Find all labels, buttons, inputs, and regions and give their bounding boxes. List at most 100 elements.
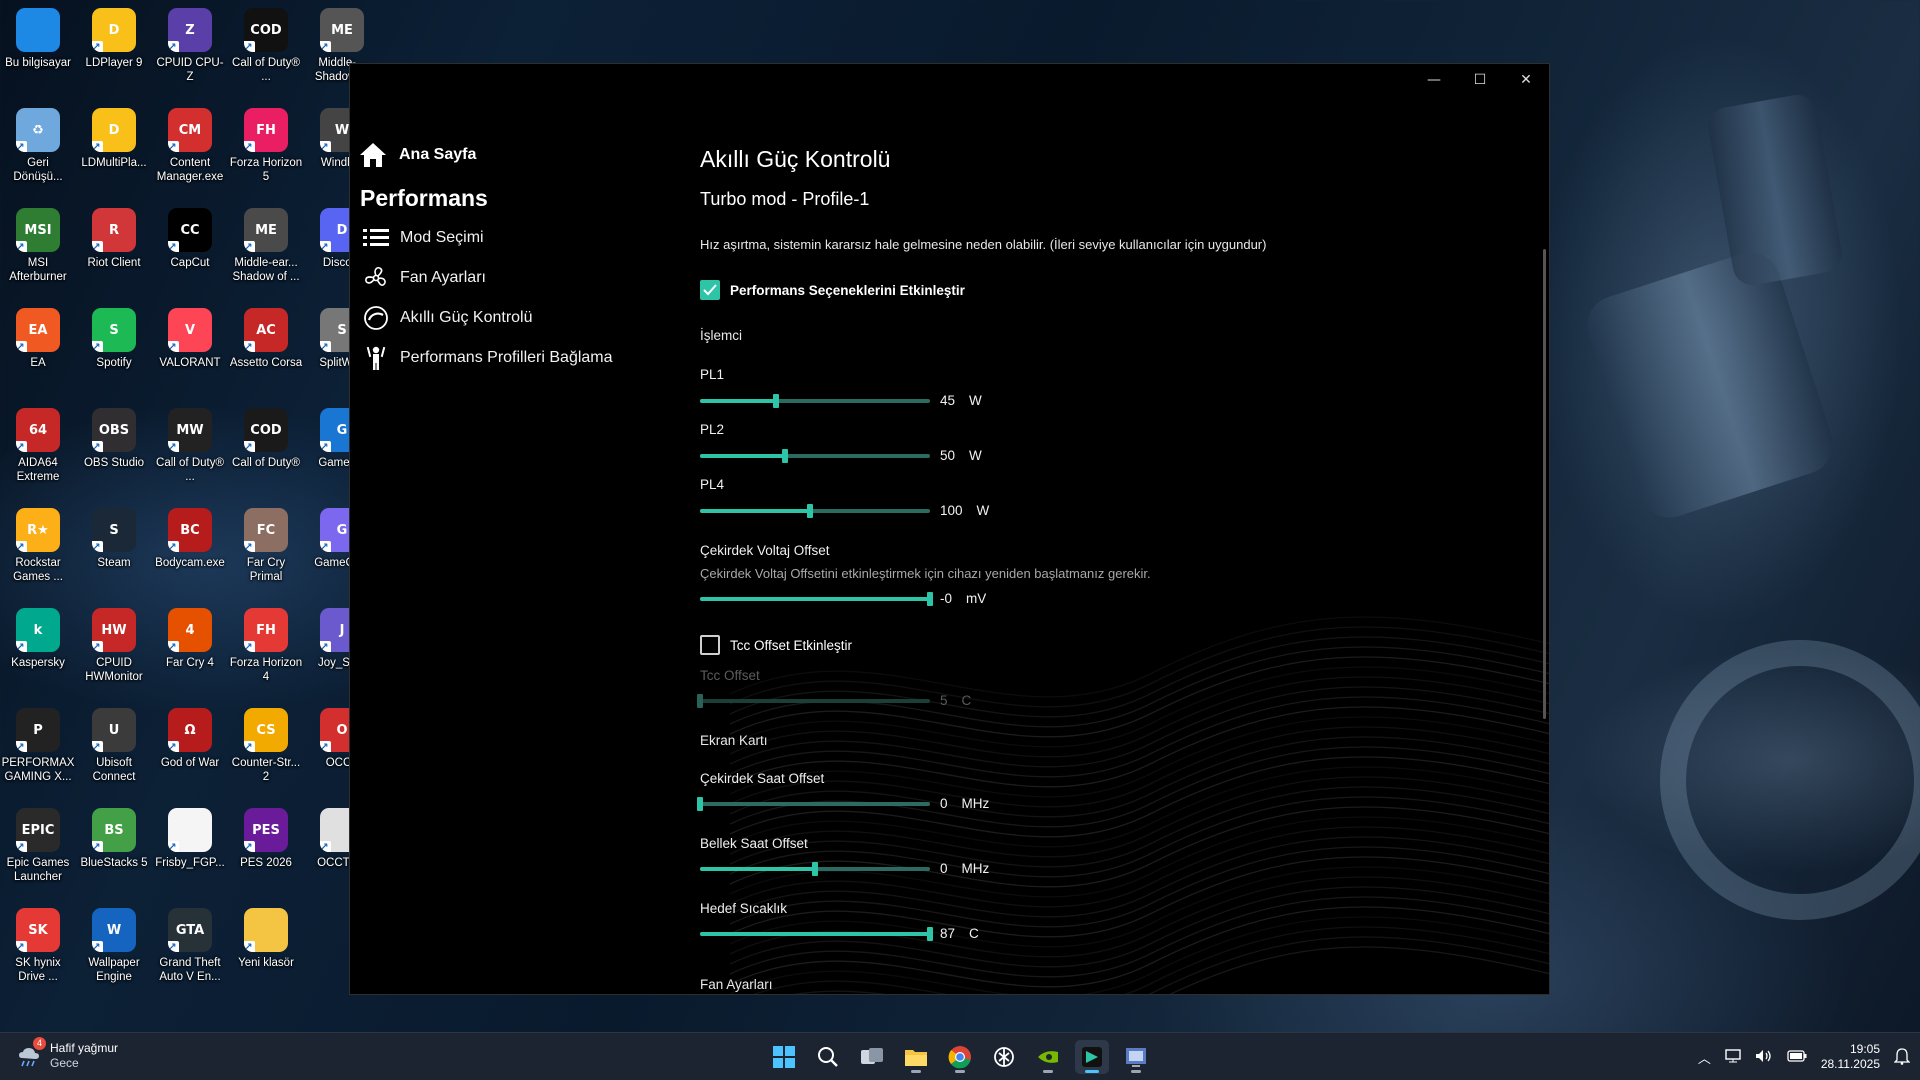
windows-start-icon[interactable] xyxy=(767,1040,801,1074)
content-manager-icon: CM ↗ xyxy=(168,108,212,152)
desktop-shortcut[interactable]: FC ↗ Far Cry Primal xyxy=(229,508,303,584)
desktop-shortcut[interactable]: AC ↗ Assetto Corsa xyxy=(229,308,303,370)
desktop-shortcut[interactable]: ↗ Frisby_FGP... xyxy=(153,808,227,870)
sidebar-item-fan-ayarlari[interactable]: Fan Ayarları xyxy=(362,264,486,292)
weather-widget[interactable]: 4 Hafif yağmur Gece xyxy=(16,1037,118,1071)
clock[interactable]: 19:05 28.11.2025 xyxy=(1821,1042,1880,1072)
desktop-shortcut[interactable]: MSI ↗ MSI Afterburner xyxy=(1,208,75,284)
desktop-shortcut[interactable]: R ↗ Riot Client xyxy=(77,208,151,270)
desktop-shortcut[interactable]: ↗ Yeni klasör xyxy=(229,908,303,970)
desktop-shortcut[interactable]: D ↗ LDMultiPla... xyxy=(77,108,151,170)
desktop-shortcut[interactable]: R★ ↗ Rockstar Games ... xyxy=(1,508,75,584)
desktop-shortcut[interactable]: FH ↗ Forza Horizon 5 xyxy=(229,108,303,184)
desktop-shortcut[interactable]: PES ↗ PES 2026 xyxy=(229,808,303,870)
desktop-shortcut[interactable]: ♻ ↗ Geri Dönüşü... xyxy=(1,108,75,184)
pl1-slider[interactable] xyxy=(700,394,930,408)
desktop-shortcut[interactable]: k ↗ Kaspersky xyxy=(1,608,75,670)
desktop-shortcut[interactable]: 4 ↗ Far Cry 4 xyxy=(153,608,227,670)
slider-thumb[interactable] xyxy=(807,504,814,518)
desktop-shortcut[interactable]: S ↗ Spotify xyxy=(77,308,151,370)
target-temp-slider[interactable] xyxy=(700,927,933,941)
home-icon xyxy=(360,143,386,167)
shortcut-arrow-icon: ↗ xyxy=(92,741,103,752)
slider-thumb[interactable] xyxy=(697,694,703,708)
desktop-shortcut[interactable]: Bu bilgisayar xyxy=(1,8,75,70)
mem-clock-slider[interactable] xyxy=(700,862,930,876)
nvidia-icon[interactable] xyxy=(1031,1040,1065,1074)
desktop-shortcut[interactable]: P ↗ PERFORMAX GAMING X... xyxy=(1,708,75,784)
file-explorer-icon[interactable] xyxy=(899,1040,933,1074)
desktop-shortcut[interactable]: CS ↗ Counter-Str... 2 xyxy=(229,708,303,784)
desktop-shortcut[interactable]: S ↗ Steam xyxy=(77,508,151,570)
search-icon[interactable] xyxy=(811,1040,845,1074)
desktop-shortcut[interactable]: EPIC ↗ Epic Games Launcher xyxy=(1,808,75,884)
task-view-icon[interactable] xyxy=(855,1040,889,1074)
cpuz-taskbar-icon[interactable] xyxy=(1119,1040,1153,1074)
desktop-shortcut-label: LDMultiPla... xyxy=(81,157,147,169)
slider-thumb[interactable] xyxy=(812,862,818,876)
slider-thumb[interactable] xyxy=(782,449,789,463)
desktop-shortcut[interactable]: BC ↗ Bodycam.exe xyxy=(153,508,227,570)
desktop-shortcut[interactable]: W ↗ Wallpaper Engine xyxy=(77,908,151,984)
tcc-offset-slider[interactable] xyxy=(697,694,930,708)
tcc-offset-checkbox[interactable]: Tcc Offset Etkinleştir xyxy=(700,635,852,655)
home-link[interactable]: Ana Sayfa xyxy=(359,142,476,168)
core-clock-slider[interactable] xyxy=(697,797,930,811)
shortcut-arrow-icon: ↗ xyxy=(92,341,103,352)
sidebar-item-akilli-guc[interactable]: Akıllı Güç Kontrolü xyxy=(362,304,533,332)
display-icon[interactable] xyxy=(1725,1048,1741,1066)
battery-icon[interactable] xyxy=(1787,1049,1807,1065)
notification-bell-icon[interactable] xyxy=(1893,1047,1911,1068)
desktop-shortcut[interactable]: MW ↗ Call of Duty® ... xyxy=(153,408,227,484)
desktop-shortcut-label: Spotify xyxy=(96,357,132,369)
slider-thumb[interactable] xyxy=(927,927,933,941)
desktop-shortcut[interactable]: V ↗ VALORANT xyxy=(153,308,227,370)
pl1-unit: W xyxy=(969,393,982,408)
chevron-up-icon[interactable]: ︿ xyxy=(1698,1048,1711,1067)
msi-center-icon[interactable] xyxy=(1075,1040,1109,1074)
sidebar-item-mod-secimi[interactable]: Mod Seçimi xyxy=(362,224,484,252)
desktop-shortcut[interactable]: Z ↗ CPUID CPU-Z xyxy=(153,8,227,84)
desktop-shortcut[interactable]: 64 ↗ AIDA64 Extreme xyxy=(1,408,75,484)
volume-icon[interactable] xyxy=(1755,1049,1773,1066)
tcc-offset-label: Tcc Offset xyxy=(700,668,760,683)
desktop-shortcut[interactable]: COD ↗ Call of Duty® ... xyxy=(229,8,303,84)
desktop-shortcut[interactable]: EA ↗ EA xyxy=(1,308,75,370)
core-voltage-label: Çekirdek Voltaj Offset xyxy=(700,543,830,558)
core-voltage-slider[interactable] xyxy=(700,592,933,606)
slider-thumb[interactable] xyxy=(697,797,703,811)
desktop-shortcut[interactable]: GTA ↗ Grand Theft Auto V En... xyxy=(153,908,227,984)
shortcut-arrow-icon: ↗ xyxy=(16,941,27,952)
desktop-shortcut[interactable]: ME ↗ Middle-ear... Shadow of ... xyxy=(229,208,303,284)
pl4-slider[interactable] xyxy=(700,504,930,518)
desktop-shortcut[interactable]: CM ↗ Content Manager.exe xyxy=(153,108,227,184)
sidebar-item-profil-baglama[interactable]: Performans Profilleri Bağlama xyxy=(362,344,613,372)
desktop-shortcut[interactable]: FH ↗ Forza Horizon 4 xyxy=(229,608,303,684)
weather-rain-icon: 4 xyxy=(16,1037,46,1069)
pl2-slider[interactable] xyxy=(700,449,930,463)
forza5-icon: FH ↗ xyxy=(244,108,288,152)
slider-thumb[interactable] xyxy=(772,394,779,408)
desktop-shortcut-label: MSI Afterburner xyxy=(9,257,67,283)
scrollbar[interactable] xyxy=(1543,249,1546,719)
tcc-offset-value: 5C xyxy=(940,693,971,708)
desktop-shortcut[interactable]: D ↗ LDPlayer 9 xyxy=(77,8,151,70)
fan-icon xyxy=(362,264,390,292)
slider-track xyxy=(700,699,930,703)
desktop-shortcut-label: OBS Studio xyxy=(83,457,145,469)
desktop-shortcut[interactable]: CC ↗ CapCut xyxy=(153,208,227,270)
pl2-unit: W xyxy=(969,448,982,463)
desktop-shortcut[interactable]: SK ↗ SK hynix Drive ... xyxy=(1,908,75,984)
chatgpt-icon[interactable] xyxy=(987,1040,1021,1074)
desktop-shortcut[interactable]: Ω ↗ God of War xyxy=(153,708,227,770)
monitor-icon xyxy=(16,8,60,52)
desktop-shortcut[interactable]: HW ↗ CPUID HWMonitor xyxy=(77,608,151,684)
desktop-shortcut[interactable]: OBS ↗ OBS Studio xyxy=(77,408,151,470)
desktop-shortcut[interactable]: COD ↗ Call of Duty® xyxy=(229,408,303,470)
desktop-shortcut[interactable]: BS ↗ BlueStacks 5 xyxy=(77,808,151,870)
desktop-shortcut[interactable]: U ↗ Ubisoft Connect xyxy=(77,708,151,784)
core-clock-value: 0 MHz xyxy=(940,796,989,811)
enable-performance-checkbox[interactable]: Performans Seçeneklerini Etkinleştir xyxy=(700,280,965,300)
chrome-icon[interactable] xyxy=(943,1040,977,1074)
slider-thumb[interactable] xyxy=(927,592,933,606)
